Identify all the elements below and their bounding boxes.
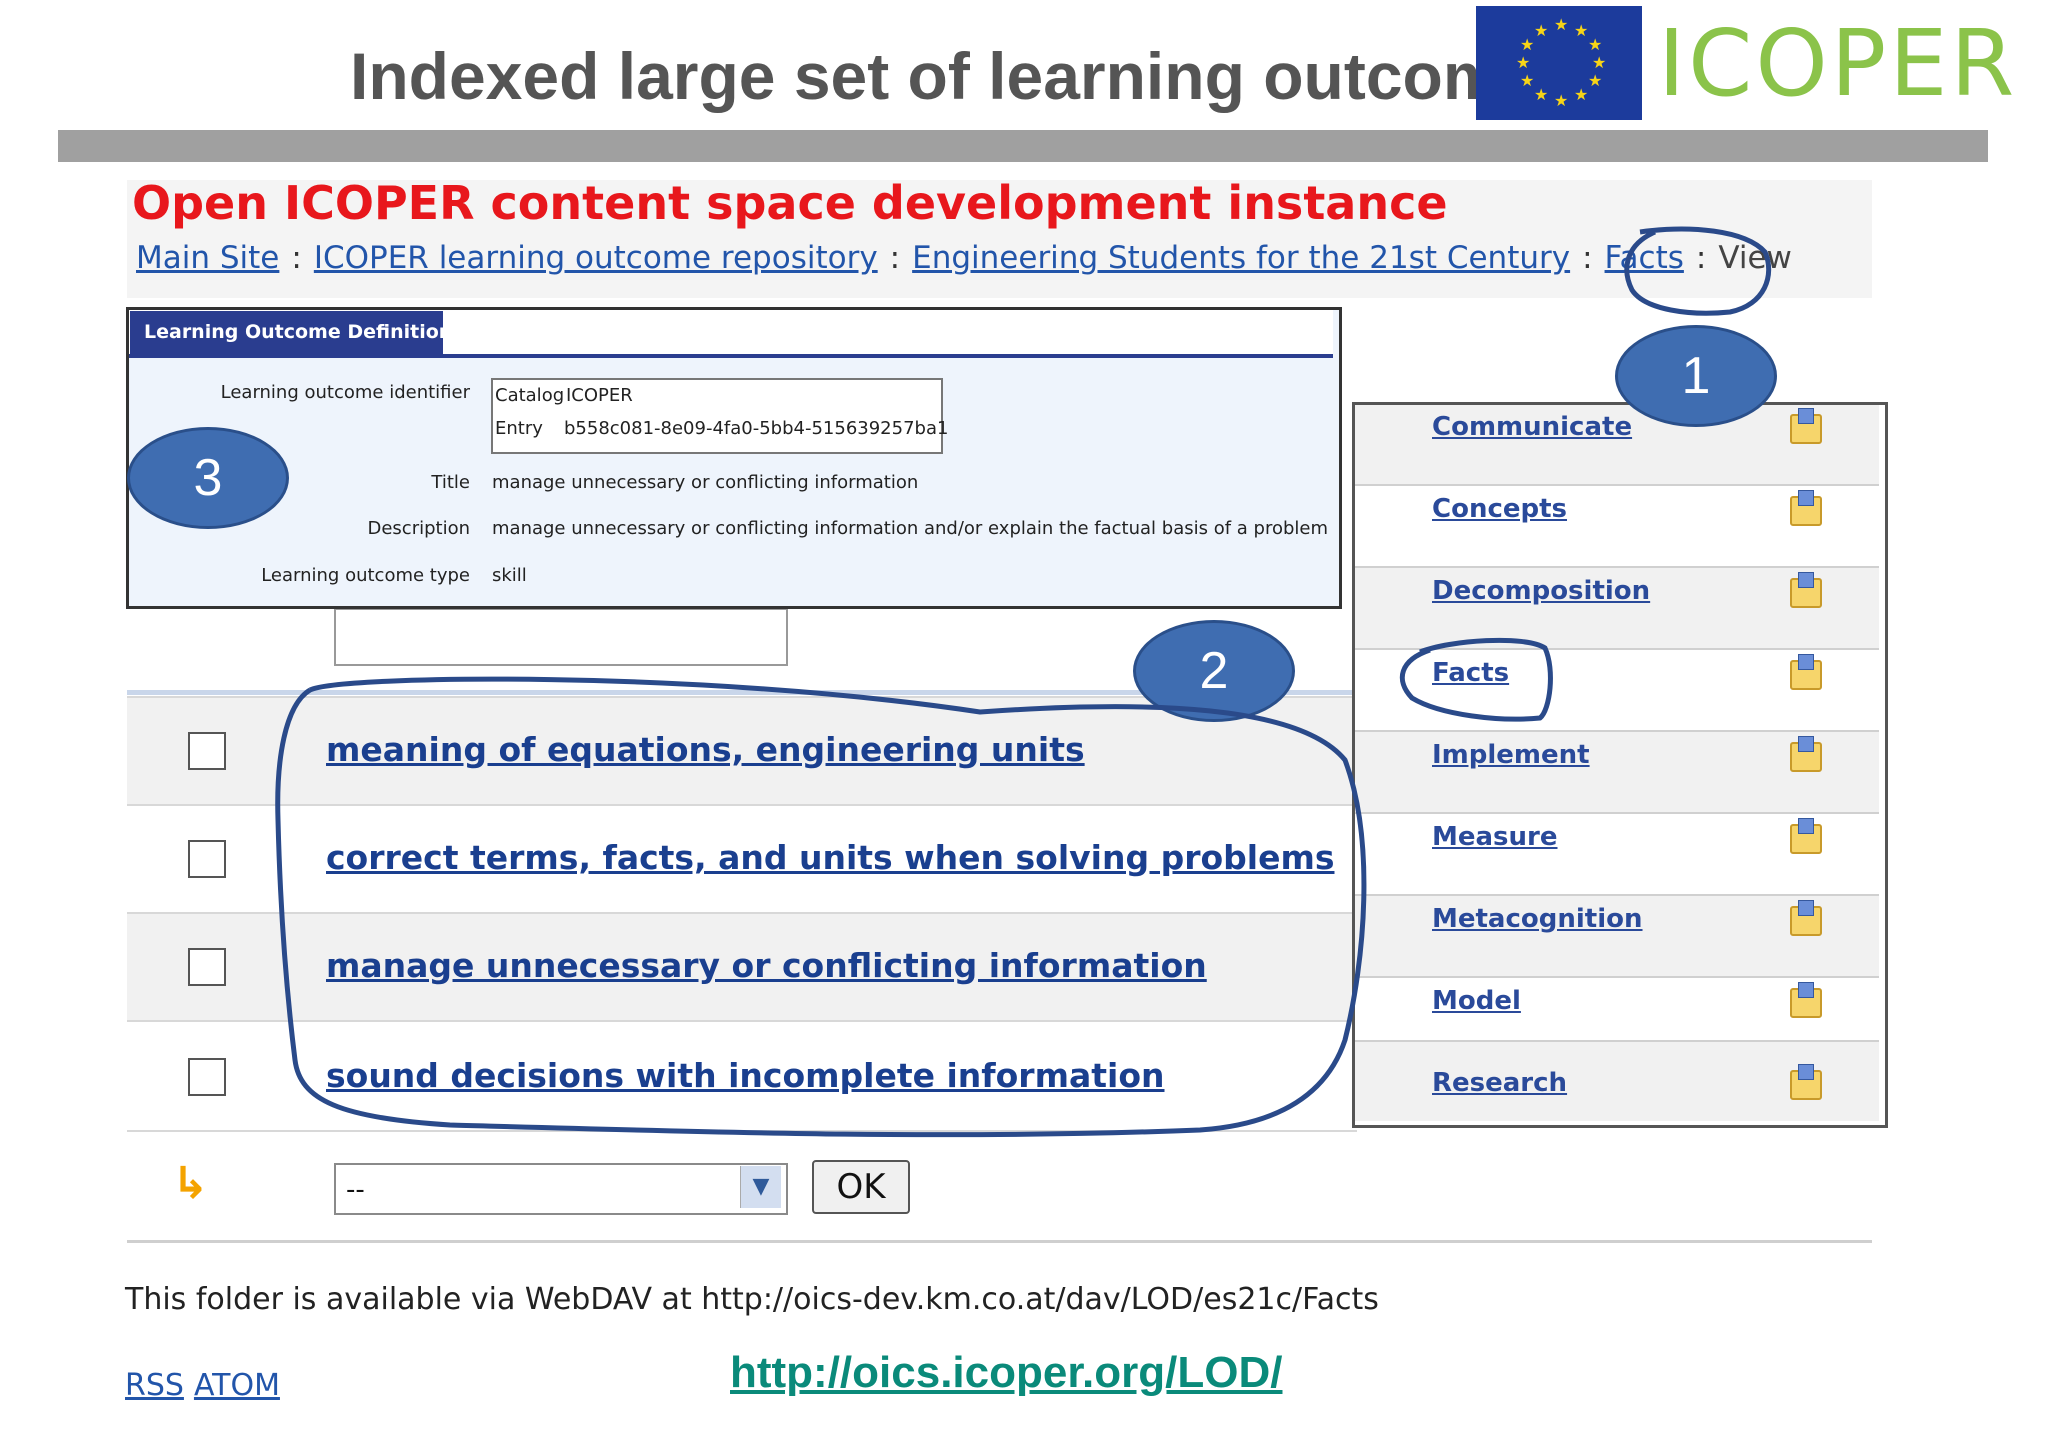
field-label-type: Learning outcome type	[261, 565, 470, 586]
atom-link[interactable]: ATOM	[194, 1368, 280, 1403]
field-value-description: manage unnecessary or conflicting inform…	[492, 518, 1329, 539]
svg-text:★: ★	[1588, 71, 1602, 90]
learning-outcome-link[interactable]: meaning of equations, engineering units	[326, 730, 1085, 769]
svg-text:★: ★	[1520, 35, 1534, 54]
svg-text:★: ★	[1520, 71, 1534, 90]
breadcrumb-main-site[interactable]: Main Site	[136, 240, 279, 276]
svg-text:★: ★	[1554, 15, 1568, 34]
learning-outcome-link[interactable]: correct terms, facts, and units when sol…	[326, 838, 1334, 877]
breadcrumb-facts[interactable]: Facts	[1605, 240, 1684, 276]
svg-text:★: ★	[1588, 35, 1602, 54]
eu-flag-logo: ★ ★ ★ ★ ★ ★ ★ ★ ★ ★ ★ ★	[1476, 6, 1642, 120]
ok-button[interactable]: OK	[812, 1160, 910, 1214]
svg-text:★: ★	[1574, 85, 1588, 104]
content-bottom-divider	[127, 1240, 1872, 1243]
rss-link[interactable]: RSS	[125, 1368, 184, 1403]
breadcrumb-engineering-students[interactable]: Engineering Students for the 21st Centur…	[912, 240, 1570, 276]
field-value-type: skill	[492, 565, 527, 586]
icoper-logo: ICOPER	[1658, 10, 2018, 117]
category-model[interactable]: Model	[1432, 986, 1521, 1016]
learning-outcome-link[interactable]: manage unnecessary or conflicting inform…	[326, 946, 1207, 985]
folder-icon[interactable]	[1790, 654, 1822, 690]
category-research[interactable]: Research	[1432, 1068, 1567, 1098]
folder-icon[interactable]	[1790, 408, 1822, 444]
row-checkbox[interactable]	[188, 732, 226, 770]
webdav-info: This folder is available via WebDAV at h…	[125, 1282, 1379, 1317]
site-title: Open ICOPER content space development in…	[132, 176, 1448, 230]
category-implement[interactable]: Implement	[1432, 740, 1590, 770]
folder-icon[interactable]	[1790, 572, 1822, 608]
row-checkbox[interactable]	[188, 948, 226, 986]
category-measure[interactable]: Measure	[1432, 822, 1558, 852]
svg-text:★: ★	[1534, 21, 1548, 40]
svg-text:★: ★	[1574, 21, 1588, 40]
callout-1: 1	[1615, 325, 1777, 427]
category-decomposition[interactable]: Decomposition	[1432, 576, 1650, 606]
chevron-down-icon[interactable]: ▼	[740, 1166, 781, 1208]
row-checkbox[interactable]	[188, 1058, 226, 1096]
entry-label: Entry	[495, 418, 543, 439]
svg-text:★: ★	[1554, 91, 1568, 110]
category-facts[interactable]: Facts	[1432, 658, 1509, 688]
breadcrumb-current: View	[1718, 240, 1792, 276]
row-checkbox[interactable]	[188, 840, 226, 878]
field-value-title: manage unnecessary or conflicting inform…	[492, 472, 919, 493]
action-select-value: --	[346, 1175, 365, 1205]
svg-text:★: ★	[1534, 85, 1548, 104]
row-divider	[127, 1130, 1357, 1134]
breadcrumb-separator: :	[889, 240, 901, 276]
folder-icon[interactable]	[1790, 490, 1822, 526]
folder-icon[interactable]	[1790, 818, 1822, 854]
breadcrumb-separator: :	[1582, 240, 1593, 276]
tab-learning-outcome-definition[interactable]: Learning Outcome Definition	[130, 311, 452, 354]
catalog-label: Catalog	[495, 385, 565, 406]
folder-icon[interactable]	[1790, 982, 1822, 1018]
folder-icon[interactable]	[1790, 736, 1822, 772]
category-concepts[interactable]: Concepts	[1432, 494, 1567, 524]
entry-value: b558c081-8e09-4fa0-5bb4-515639257ba1	[564, 418, 949, 439]
breadcrumb-separator: :	[291, 240, 302, 276]
callout-2: 2	[1133, 620, 1295, 722]
action-select[interactable]	[334, 1163, 788, 1215]
return-arrow-icon: ↳	[172, 1158, 209, 1209]
svg-text:★: ★	[1592, 53, 1606, 72]
filter-input[interactable]	[334, 608, 788, 666]
category-metacognition[interactable]: Metacognition	[1432, 904, 1643, 934]
field-label-identifier: Learning outcome identifier	[220, 382, 470, 403]
breadcrumb-repository[interactable]: ICOPER learning outcome repository	[314, 240, 878, 276]
learning-outcome-link[interactable]: sound decisions with incomplete informat…	[326, 1056, 1165, 1095]
breadcrumb-separator: :	[1695, 240, 1707, 276]
svg-text:★: ★	[1516, 53, 1530, 72]
breadcrumb: Main Site: ICOPER learning outcome reposi…	[136, 240, 1792, 276]
folder-icon[interactable]	[1790, 900, 1822, 936]
category-communicate[interactable]: Communicate	[1432, 412, 1632, 442]
lod-url-link[interactable]: http://oics.icoper.org/LOD/	[730, 1348, 1282, 1398]
catalog-value: ICOPER	[566, 385, 633, 406]
title-divider-bar	[58, 130, 1988, 162]
folder-icon[interactable]	[1790, 1064, 1822, 1100]
callout-3: 3	[127, 427, 289, 529]
slide-title: Indexed large set of learning outcomes	[350, 39, 1575, 113]
feed-links: RSS ATOM	[125, 1368, 290, 1403]
